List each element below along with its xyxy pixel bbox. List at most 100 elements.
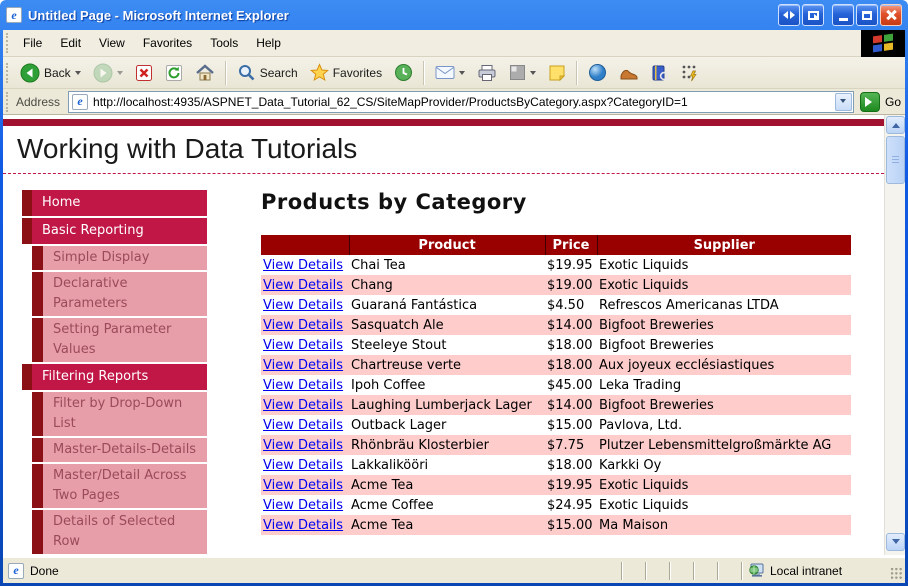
nav-item-label[interactable]: Home [32, 190, 207, 216]
product-cell: Chang [349, 275, 545, 295]
menu-item-help[interactable]: Help [247, 32, 290, 54]
forward-button[interactable] [87, 60, 129, 86]
view-details-link[interactable]: View Details [263, 258, 343, 273]
mail-icon [435, 66, 455, 79]
site-title: Working with Data Tutorials [3, 126, 884, 174]
sidebar-item-master-detail-across-two-pages[interactable]: Master/Detail Across Two Pages [22, 464, 207, 508]
maximize-button[interactable] [856, 4, 878, 26]
edit-dropdown-icon[interactable] [530, 70, 537, 78]
vertical-scrollbar[interactable] [884, 115, 905, 555]
home-button[interactable] [189, 61, 221, 85]
view-details-link[interactable]: View Details [263, 458, 343, 473]
view-details-link[interactable]: View Details [263, 498, 343, 513]
toolbar-grip[interactable] [6, 62, 10, 83]
product-cell: Ipoh Coffee [351, 377, 426, 393]
popout-button[interactable] [802, 4, 824, 26]
sidebar-item-filter-by-drop-down-list[interactable]: Filter by Drop-Down List [22, 392, 207, 436]
resize-grip[interactable] [890, 567, 903, 580]
sidebar-item-basic-reporting[interactable]: Basic Reporting [22, 218, 207, 244]
address-url: http://localhost:4935/ASPNET_Data_Tutori… [93, 94, 688, 109]
sidebar-item-setting-parameter-values[interactable]: Setting Parameter Values [22, 318, 207, 362]
stop-button[interactable] [129, 61, 159, 85]
nav-marker-icon [32, 272, 43, 316]
scroll-down-button[interactable] [886, 533, 905, 551]
nav-item-label[interactable]: Simple Display [43, 246, 207, 270]
sidebar-item-details-of-selected-row[interactable]: Details of Selected Row [22, 510, 207, 554]
refresh-button[interactable] [159, 61, 189, 85]
mail-dropdown-icon[interactable] [459, 70, 466, 78]
history-icon [395, 64, 413, 81]
scroll-up-button[interactable] [886, 116, 905, 134]
nav-item-label[interactable]: Setting Parameter Values [43, 318, 207, 362]
supplier-cell: Exotic Liquids [599, 497, 689, 513]
view-details-link[interactable]: View Details [263, 358, 343, 373]
monitor-switch-button[interactable] [778, 4, 800, 26]
sidebar-item-declarative-parameters[interactable]: Declarative Parameters [22, 272, 207, 316]
view-details-link[interactable]: View Details [263, 278, 343, 293]
search-button[interactable]: Search [231, 60, 304, 85]
back-label: Back [44, 65, 71, 80]
favorites-button[interactable]: Favorites [304, 60, 388, 85]
menu-item-favorites[interactable]: Favorites [134, 32, 201, 54]
toolbar-separator [423, 60, 426, 85]
history-button[interactable] [388, 60, 419, 85]
menu-item-file[interactable]: File [14, 32, 51, 54]
scroll-up-icon [891, 119, 900, 128]
sidebar-item-simple-display[interactable]: Simple Display [22, 246, 207, 270]
product-cell: Acme Tea [349, 475, 545, 495]
menu-item-edit[interactable]: Edit [51, 32, 90, 54]
nav-item-label[interactable]: Basic Reporting [32, 218, 207, 244]
research-button[interactable] [645, 61, 675, 85]
address-dropdown-button[interactable] [834, 92, 852, 111]
forward-dropdown-icon[interactable] [116, 70, 123, 78]
go-button[interactable]: Go [859, 91, 901, 112]
addon-grid-button[interactable] [675, 61, 705, 85]
nav-item-label[interactable]: Master/Detail Across Two Pages [43, 464, 207, 508]
nav-marker-icon [22, 364, 32, 390]
view-details-link[interactable]: View Details [263, 338, 343, 353]
close-button[interactable] [880, 4, 902, 26]
mail-button[interactable] [429, 62, 471, 83]
view-details-link[interactable]: View Details [263, 298, 343, 313]
view-details-link[interactable]: View Details [263, 478, 343, 493]
price-cell: $24.95 [547, 497, 593, 513]
nav-item-label[interactable]: Details of Selected Row [43, 510, 207, 554]
sidebar-item-filtering-reports[interactable]: Filtering Reports [22, 364, 207, 390]
column-header-actions [261, 235, 349, 255]
address-input[interactable]: e http://localhost:4935/ASPNET_Data_Tuto… [68, 90, 854, 113]
edit-button[interactable] [503, 61, 542, 84]
view-details-link[interactable]: View Details [263, 318, 343, 333]
view-details-link[interactable]: View Details [263, 418, 343, 433]
nav-marker-icon [32, 392, 43, 436]
view-details-link[interactable]: View Details [263, 438, 343, 453]
sidebar-item-master-details-details[interactable]: Master-Details-Details [22, 438, 207, 462]
nav-item-label[interactable]: Filter by Drop-Down List [43, 392, 207, 436]
scroll-thumb[interactable] [886, 136, 905, 184]
view-details-link[interactable]: View Details [263, 398, 343, 413]
addressbar-grip[interactable] [6, 91, 10, 112]
table-row: View Details Acme Tea $15.00 Ma Maison [261, 515, 851, 535]
search-label: Search [259, 65, 298, 80]
menubar-grip[interactable] [6, 33, 10, 53]
view-details-link[interactable]: View Details [263, 518, 343, 533]
nav-item-label[interactable]: Declarative Parameters [43, 272, 207, 316]
discuss-button[interactable] [542, 61, 572, 85]
sidebar-item-home[interactable]: Home [22, 190, 207, 216]
price-cell: $14.00 [545, 315, 597, 335]
addon-shoe-icon [620, 69, 638, 79]
nav-item-label[interactable]: Master-Details-Details [43, 438, 207, 462]
addon-shoe-button[interactable] [613, 62, 645, 84]
messenger-button[interactable] [582, 60, 613, 85]
back-button[interactable]: Back [14, 60, 87, 86]
view-details-link[interactable]: View Details [263, 378, 343, 393]
price-cell: $15.00 [547, 417, 593, 433]
print-button[interactable] [471, 61, 503, 85]
nav-item-label[interactable]: Filtering Reports [32, 364, 207, 390]
back-dropdown-icon[interactable] [74, 70, 81, 78]
nav-marker-icon [32, 510, 43, 554]
menu-item-view[interactable]: View [90, 32, 134, 54]
page-content: Working with Data Tutorials Home Basic Re… [3, 115, 884, 557]
minimize-button[interactable] [832, 4, 854, 26]
menu-item-tools[interactable]: Tools [201, 32, 247, 54]
table-row: View Details Ipoh Coffee $45.00 Leka Tradin… [261, 375, 851, 395]
